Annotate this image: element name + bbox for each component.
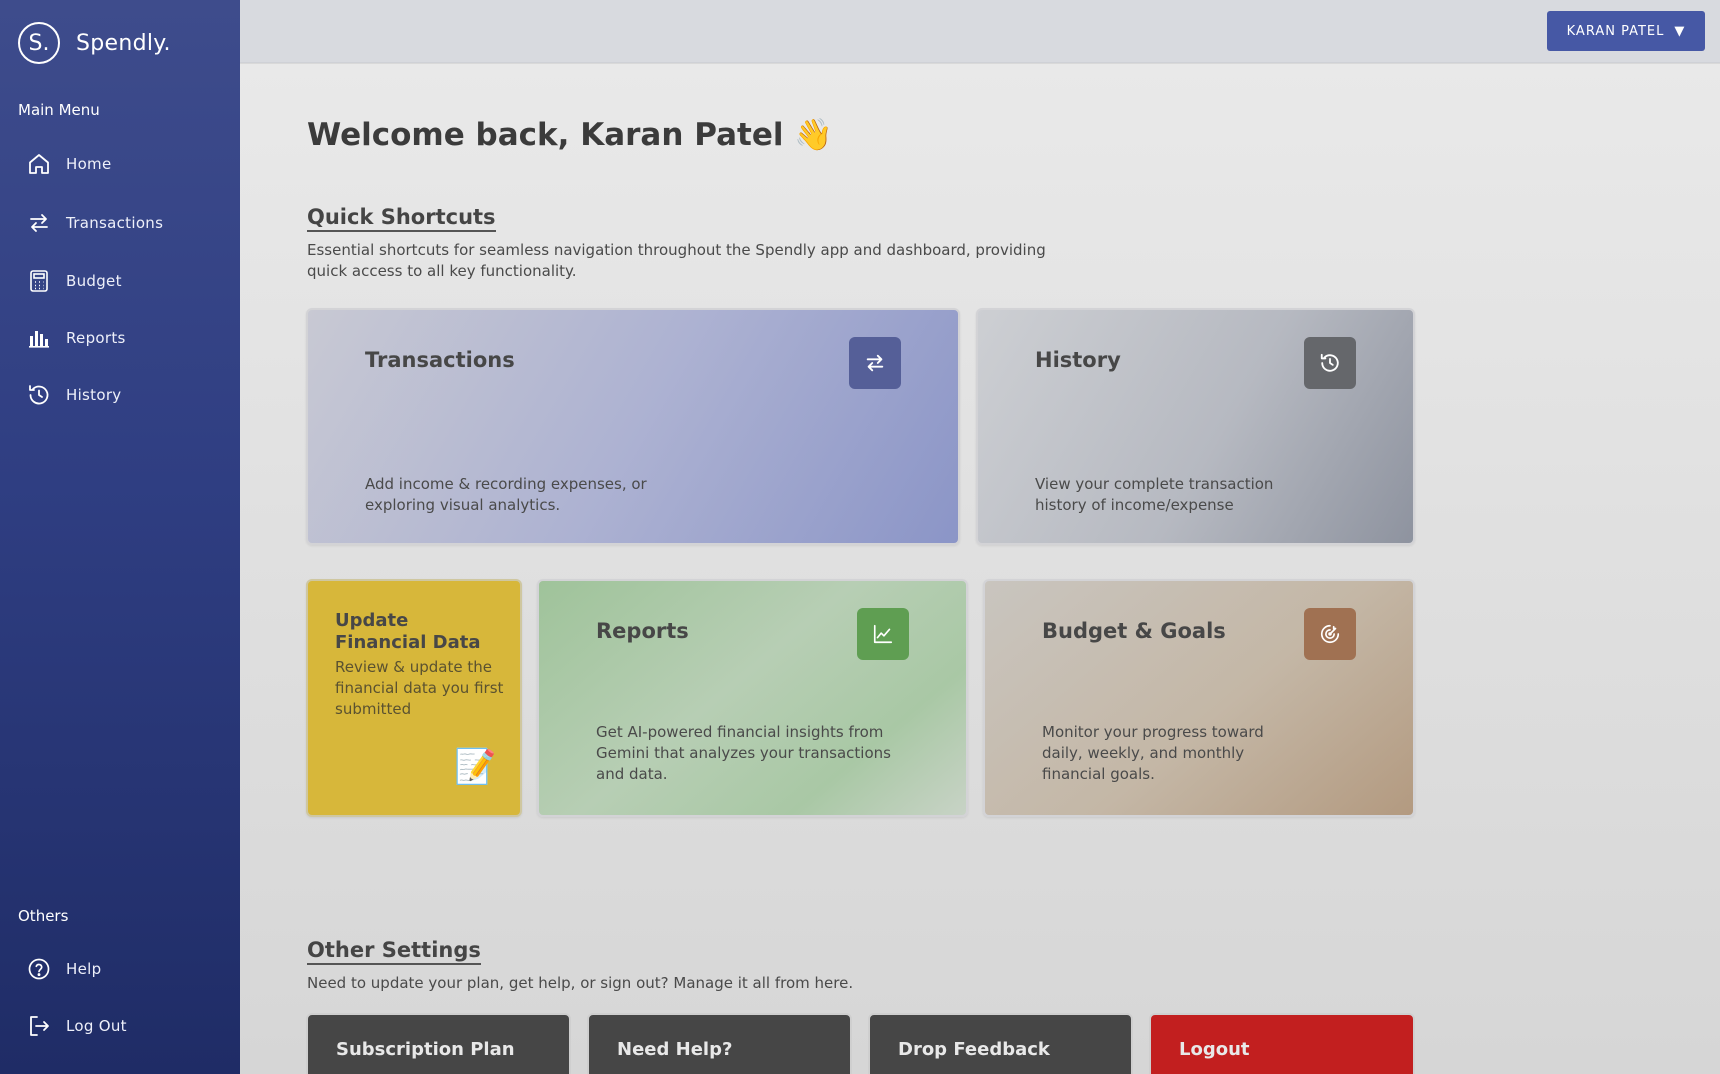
card-title: History: [1035, 348, 1121, 372]
drop-feedback-button[interactable]: Drop Feedback: [868, 1013, 1133, 1074]
sidebar-item-label: Log Out: [66, 1017, 127, 1035]
sidebar-item-help[interactable]: Help: [26, 956, 101, 982]
need-help-label: Need Help?: [617, 1039, 733, 1060]
brand-logo-icon: S.: [18, 22, 60, 64]
reports-card[interactable]: Reports Get AI-powered financial insight…: [537, 579, 968, 817]
bar-chart-icon: [26, 325, 52, 351]
other-settings-description: Need to update your plan, get help, or s…: [307, 974, 854, 992]
card-description: Review & update the financial data you f…: [335, 658, 504, 718]
sidebar-item-label: Transactions: [66, 214, 164, 232]
quick-shortcuts-description: Essential shortcuts for seamless navigat…: [307, 241, 1046, 280]
drop-feedback-label: Drop Feedback: [898, 1039, 1050, 1060]
sidebar-item-transactions[interactable]: Transactions: [26, 210, 163, 236]
chevron-down-icon: ▼: [1674, 23, 1686, 39]
others-heading: Others: [18, 907, 69, 925]
history-card[interactable]: History View your complete transaction h…: [976, 308, 1415, 545]
page-title: Welcome back, Karan Patel 👋: [307, 117, 833, 153]
sidebar-item-label: History: [66, 386, 122, 404]
other-settings-heading: Other Settings: [307, 938, 481, 965]
sidebar-item-home[interactable]: Home: [26, 151, 112, 177]
logout-label: Logout: [1179, 1039, 1250, 1060]
sidebar-item-label: Budget: [66, 272, 122, 290]
calculator-icon: [26, 268, 52, 294]
memo-icon: 📝: [454, 747, 497, 787]
sidebar-item-history[interactable]: History: [26, 382, 121, 408]
user-name-label: KARAN PATEL: [1566, 23, 1665, 39]
sidebar-item-logout[interactable]: Log Out: [26, 1013, 127, 1039]
sidebar-item-label: Reports: [66, 329, 126, 347]
sidebar-item-reports[interactable]: Reports: [26, 325, 126, 351]
update-financial-data-card[interactable]: Update Financial Data Review & update th…: [306, 579, 522, 817]
card-title: Transactions: [365, 348, 515, 372]
card-title: Update Financial Data: [335, 610, 481, 653]
help-circle-icon: [26, 956, 52, 982]
subscription-plan-label: Subscription Plan: [336, 1039, 515, 1060]
card-description: View your complete transaction history o…: [1035, 475, 1274, 514]
transactions-card[interactable]: Transactions Add income & recording expe…: [306, 308, 960, 545]
home-icon: [26, 151, 52, 177]
card-description: Add income & recording expenses, or expl…: [365, 475, 647, 514]
sidebar-item-budget[interactable]: Budget: [26, 268, 122, 294]
main-menu-heading: Main Menu: [18, 101, 100, 119]
target-icon: [1304, 608, 1356, 660]
logout-button[interactable]: Logout: [1149, 1013, 1415, 1074]
history-icon: [1304, 337, 1356, 389]
swap-arrows-icon: [26, 210, 52, 236]
card-description: Monitor your progress toward daily, week…: [1042, 723, 1264, 783]
sidebar-item-label: Home: [66, 155, 112, 173]
main-content: Welcome back, Karan Patel 👋 Quick Shortc…: [240, 64, 1720, 1074]
sidebar-item-label: Help: [66, 960, 102, 978]
brand-name: Spendly.: [76, 30, 171, 56]
need-help-button[interactable]: Need Help?: [587, 1013, 852, 1074]
sidebar: S. Spendly. Main Menu Home Transactions …: [0, 0, 240, 1074]
logout-icon: [26, 1013, 52, 1039]
history-icon: [26, 382, 52, 408]
line-chart-icon: [857, 608, 909, 660]
topbar: KARAN PATEL ▼: [240, 0, 1720, 63]
swap-arrows-icon: [849, 337, 901, 389]
quick-shortcuts-heading: Quick Shortcuts: [307, 205, 496, 232]
card-description: Get AI-powered financial insights from G…: [596, 723, 891, 783]
card-title: Budget & Goals: [1042, 619, 1226, 643]
subscription-plan-button[interactable]: Subscription Plan: [306, 1013, 571, 1074]
user-menu-button[interactable]: KARAN PATEL ▼: [1547, 11, 1705, 51]
card-title: Reports: [596, 619, 689, 643]
brand[interactable]: S. Spendly.: [18, 22, 171, 64]
budget-goals-card[interactable]: Budget & Goals Monitor your progress tow…: [983, 579, 1415, 817]
